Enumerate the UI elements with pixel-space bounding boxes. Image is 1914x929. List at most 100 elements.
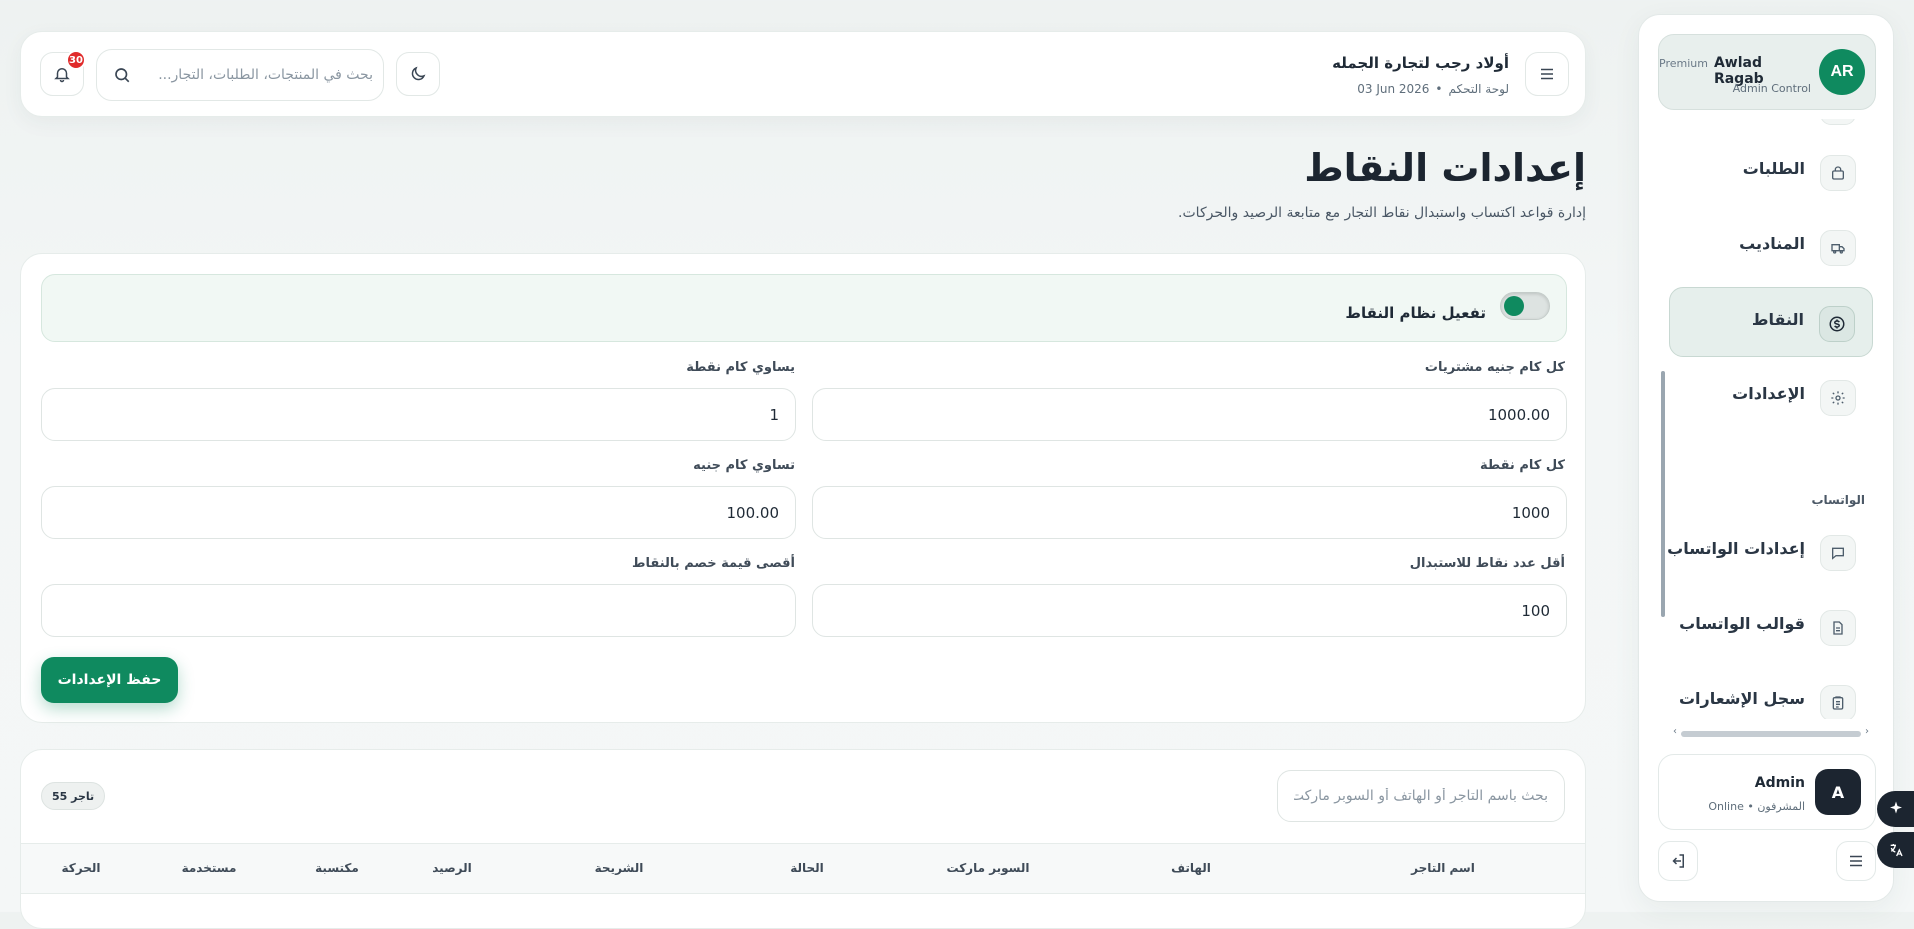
column-header[interactable]: اسم التاجر [1411, 861, 1475, 875]
premium-badge: Premium [1659, 57, 1708, 70]
table-header: اسم التاجر الهاتف السوبر ماركت الحالة ال… [21, 843, 1585, 894]
global-search[interactable] [96, 49, 384, 101]
max-discount-field[interactable] [41, 584, 796, 637]
points-earned-field[interactable] [41, 388, 796, 441]
spend-per-field[interactable] [812, 388, 1567, 441]
breadcrumb-home[interactable]: لوحة التحكم [1449, 82, 1510, 96]
collapse-sidebar-button[interactable] [1836, 841, 1876, 881]
column-header[interactable]: الحالة [790, 861, 824, 875]
sparkle-icon [1890, 801, 1902, 814]
current-date: 03 Jun 2026 [1357, 82, 1430, 96]
toggle-knob [1504, 296, 1524, 316]
sidebar-item-points[interactable]: النقاط [1669, 287, 1873, 357]
admin-avatar: A [1815, 769, 1861, 815]
sidebar-item-whatsapp-settings[interactable]: إعدادات الواتساب [1667, 517, 1873, 587]
points-earned-label: يساوي كام نقطة [686, 360, 795, 375]
merchant-search-input[interactable] [1278, 771, 1564, 821]
dark-mode-button[interactable] [396, 52, 440, 96]
sidebar-item-label: إعدادات الواتساب [1667, 539, 1805, 558]
column-header[interactable]: مستخدمة [182, 861, 237, 875]
min-redeem-label: أقل عدد نقاط للاستبدال [1409, 556, 1565, 571]
column-header[interactable]: الرصيد [432, 861, 472, 875]
points-per-input[interactable] [813, 487, 1566, 538]
admin-name: Admin [1754, 775, 1805, 791]
min-redeem-field[interactable] [812, 584, 1567, 637]
bag-icon [1820, 155, 1856, 191]
scroll-right-icon[interactable]: › [1865, 726, 1869, 737]
logout-button[interactable] [1658, 841, 1698, 881]
top-bar: أولاد رجب لتجارة الجمله لوحة التحكم • 03… [20, 31, 1586, 117]
page-subtitle: إدارة قواعد اكتساب واستبدال نقاط التجار … [1178, 205, 1586, 221]
merchant-count-badge: 55 تاجر [41, 782, 106, 810]
points-per-label: كل كام نقطة [1480, 458, 1565, 473]
breadcrumb-separator: • [1435, 82, 1443, 96]
max-discount-input[interactable] [42, 585, 795, 636]
sidebar-section-title: الواتساب [1811, 493, 1865, 507]
points-system-toggle[interactable] [1500, 292, 1550, 320]
search-input[interactable] [145, 50, 375, 100]
save-settings-button[interactable]: حفظ الإعدادات [41, 657, 178, 703]
points-toggle-row: تفعيل نظام النقاط [41, 274, 1567, 342]
column-header[interactable]: الهاتف [1171, 861, 1211, 875]
admin-status: Online [1708, 800, 1744, 813]
spend-per-label: كل كام جنيه مشتريات [1424, 360, 1565, 375]
menu-icon [1850, 855, 1862, 867]
sidebar-item-label: قوالب الواتساب [1679, 614, 1805, 633]
min-redeem-input[interactable] [813, 585, 1566, 636]
chat-icon [1820, 535, 1856, 571]
hamburger-icon [1541, 68, 1553, 80]
merchant-search[interactable] [1277, 770, 1565, 822]
document-icon [1820, 610, 1856, 646]
notification-count-badge: 30 [66, 50, 86, 70]
sidebar-scrollbar[interactable] [1661, 371, 1665, 617]
sidebar-item-orders[interactable]: الطلبات [1669, 137, 1873, 207]
points-per-field[interactable] [812, 486, 1567, 539]
scroll-left-icon[interactable]: ‹ [1673, 726, 1677, 737]
page-title: إعدادات النقاط [1304, 146, 1586, 190]
clipboard-icon [1820, 685, 1856, 719]
spend-per-input[interactable] [813, 389, 1566, 440]
moon-icon [411, 66, 426, 81]
translate-icon [1890, 844, 1903, 857]
sidebar: AR Premium Awlad Ragab Admin Control الط… [1638, 14, 1894, 902]
merchants-table-card: 55 تاجر اسم التاجر الهاتف السوبر ماركت ا… [20, 749, 1586, 929]
points-settings-card: تفعيل نظام النقاط كل كام جنيه مشتريات يس… [20, 253, 1586, 723]
search-icon[interactable] [113, 66, 131, 84]
sidebar-item-label: سجل الإشعارات [1678, 689, 1805, 708]
column-header[interactable]: مكتسبة [315, 861, 359, 875]
logout-icon [1672, 854, 1684, 868]
menu-toggle-button[interactable] [1525, 52, 1569, 96]
pounds-value-field[interactable] [41, 486, 796, 539]
sidebar-item-settings[interactable]: الإعدادات [1669, 362, 1873, 432]
ai-assistant-button[interactable] [1877, 791, 1914, 827]
admin-status-row: Online • المشرفون [1708, 800, 1805, 813]
sidebar-horizontal-scrollbar[interactable] [1681, 731, 1861, 737]
profile-card[interactable]: AR Premium Awlad Ragab Admin Control [1658, 34, 1876, 110]
coin-icon [1819, 306, 1855, 342]
pounds-value-label: تساوي كام جنيه [693, 458, 795, 473]
column-header[interactable]: الحركة [62, 861, 101, 875]
sidebar-item-label: النقاط [1751, 310, 1804, 329]
max-discount-label: أقصى قيمة خصم بالنقاط [632, 556, 795, 571]
sidebar-item-whatsapp-templates[interactable]: قوالب الواتساب [1669, 592, 1873, 662]
sidebar-item-label: الإعدادات [1732, 384, 1805, 403]
translate-button[interactable] [1877, 832, 1914, 868]
tag-icon [1820, 119, 1856, 125]
admin-card[interactable]: A Admin Online • المشرفون [1658, 754, 1876, 830]
points-earned-input[interactable] [42, 389, 795, 440]
sidebar-item-notification-log[interactable]: سجل الإشعارات [1669, 667, 1873, 719]
gear-icon [1820, 380, 1856, 416]
sidebar-nav: الطلبات المناديب النقاط الإعدادات الواتس… [1639, 119, 1895, 719]
pounds-value-input[interactable] [42, 487, 795, 538]
sidebar-item-label: المناديب [1739, 234, 1805, 253]
sidebar-item-label: الطلبات [1742, 159, 1805, 178]
toggle-label: تفعيل نظام النقاط [1345, 304, 1486, 322]
column-header[interactable]: الشريحة [595, 861, 644, 875]
admin-role: المشرفون [1757, 800, 1805, 813]
bell-icon [54, 68, 70, 83]
store-name: أولاد رجب لتجارة الجمله [1332, 54, 1509, 72]
avatar: AR [1819, 49, 1865, 95]
truck-icon [1820, 230, 1856, 266]
column-header[interactable]: السوبر ماركت [946, 861, 1029, 875]
sidebar-item-delegates[interactable]: المناديب [1669, 212, 1873, 282]
